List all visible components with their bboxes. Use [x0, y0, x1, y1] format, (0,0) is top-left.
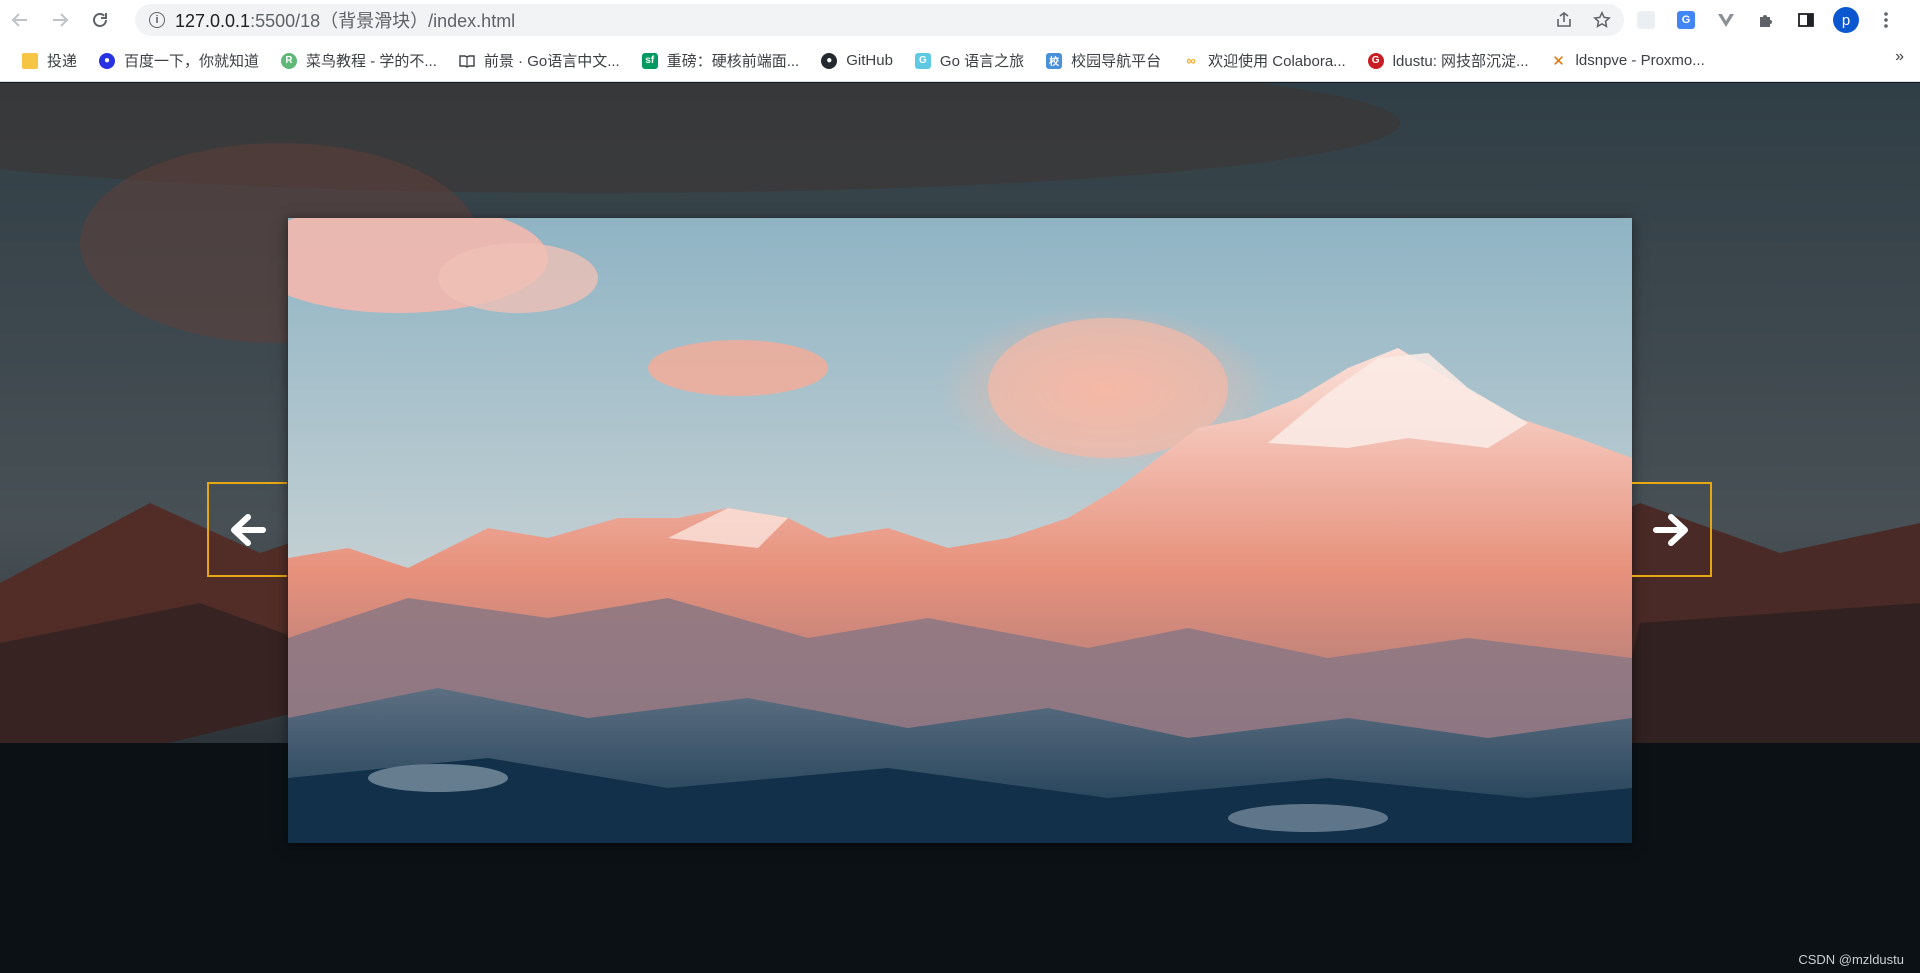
profile-button[interactable]: p	[1830, 4, 1862, 36]
url-text[interactable]: 127.0.0.1:5500/18（背景滑块）/index.html	[175, 7, 515, 33]
csdn-watermark: CSDN @mzldustu	[1798, 952, 1904, 967]
reload-button[interactable]	[80, 0, 120, 40]
bookmark-label: Go 语言之旅	[939, 53, 1025, 70]
book-icon	[459, 53, 475, 69]
bookmark-label: ldustu: 网技部沉淀...	[1392, 53, 1529, 70]
sf-icon: sf	[641, 52, 658, 69]
slide-image	[288, 218, 1632, 843]
bookmark-star-icon[interactable]	[1588, 6, 1616, 34]
bookmark-label: ldsnpve - Proxmo...	[1575, 52, 1705, 69]
gitee-icon: G	[1367, 52, 1384, 69]
side-panel-icon[interactable]	[1790, 4, 1822, 36]
slide-next-button[interactable]	[1632, 482, 1712, 577]
github-icon: ●	[821, 52, 838, 69]
forward-button[interactable]	[40, 0, 80, 40]
bookmark-label: 百度一下，你就知道	[124, 53, 260, 70]
active-slide	[288, 218, 1632, 843]
bookmark-item[interactable]: ✕ ldsnpve - Proxmo...	[1543, 46, 1713, 76]
arrow-left-icon	[11, 13, 27, 27]
bookmark-item[interactable]: ● GitHub	[813, 46, 901, 76]
bookmark-item[interactable]: G Go 语言之旅	[907, 46, 1032, 76]
back-button[interactable]	[0, 0, 40, 40]
bookmark-label: 校园导航平台	[1071, 53, 1162, 70]
extensions-puzzle-icon[interactable]	[1750, 4, 1782, 36]
bookmark-item[interactable]: 投递	[14, 46, 85, 76]
arrow-left-icon	[231, 513, 266, 546]
extension-blank-icon[interactable]	[1630, 4, 1662, 36]
menu-kebab-icon[interactable]	[1870, 4, 1902, 36]
reload-icon	[93, 13, 107, 27]
bookmark-label: 欢迎使用 Colabora...	[1208, 53, 1346, 70]
bookmarks-bar: 投递 ● 百度一下，你就知道 R 菜鸟教程 - 学的不... 前景 · Go语言…	[0, 40, 1920, 82]
url-path: :5500/18（背景滑块）/index.html	[250, 11, 516, 31]
colab-icon: ∞	[1186, 53, 1196, 68]
bookmark-label: 投递	[47, 53, 78, 70]
bookmark-item[interactable]: 前景 · Go语言中文...	[451, 46, 628, 76]
baidu-icon: ●	[99, 52, 116, 69]
runoob-icon: R	[281, 52, 298, 69]
proxmox-icon: ✕	[1552, 52, 1565, 70]
bookmark-item[interactable]: R 菜鸟教程 - 学的不...	[273, 46, 445, 76]
bookmark-label: 菜鸟教程 - 学的不...	[306, 53, 437, 70]
folder-icon	[22, 52, 38, 69]
bookmarks-overflow-button[interactable]: »	[1895, 48, 1904, 66]
url-host: 127.0.0.1	[175, 11, 251, 31]
browser-toolbar: i 127.0.0.1:5500/18（背景滑块）/index.html G p	[0, 0, 1920, 40]
arrow-right-icon	[1653, 513, 1688, 546]
gopher-icon: G	[914, 52, 931, 69]
bookmark-item[interactable]: 校 校园导航平台	[1038, 46, 1169, 76]
share-icon[interactable]	[1550, 6, 1578, 34]
arrow-right-icon	[53, 13, 69, 27]
address-bar[interactable]: i 127.0.0.1:5500/18（背景滑块）/index.html	[135, 4, 1624, 36]
site-info-icon[interactable]: i	[149, 12, 165, 28]
avatar: p	[1833, 7, 1859, 33]
slide-prev-button[interactable]	[207, 482, 287, 577]
campus-icon: 校	[1046, 52, 1063, 69]
bookmark-label: 重磅：硬核前端面...	[666, 53, 800, 70]
bookmark-item[interactable]: sf 重磅：硬核前端面...	[634, 46, 808, 76]
bookmark-item[interactable]: ● 百度一下，你就知道	[91, 46, 267, 76]
bookmark-item[interactable]: G ldustu: 网技部沉淀...	[1360, 46, 1537, 76]
extensions-area: G p	[1630, 0, 1902, 40]
bookmark-label: GitHub	[846, 52, 893, 69]
bookmark-item[interactable]: ∞ 欢迎使用 Colabora...	[1175, 46, 1354, 76]
vue-devtools-icon[interactable]	[1710, 4, 1742, 36]
background-slider-page: CSDN @mzldustu	[0, 83, 1920, 973]
bookmark-label: 前景 · Go语言中文...	[483, 53, 620, 70]
translate-extension-icon[interactable]: G	[1670, 4, 1702, 36]
